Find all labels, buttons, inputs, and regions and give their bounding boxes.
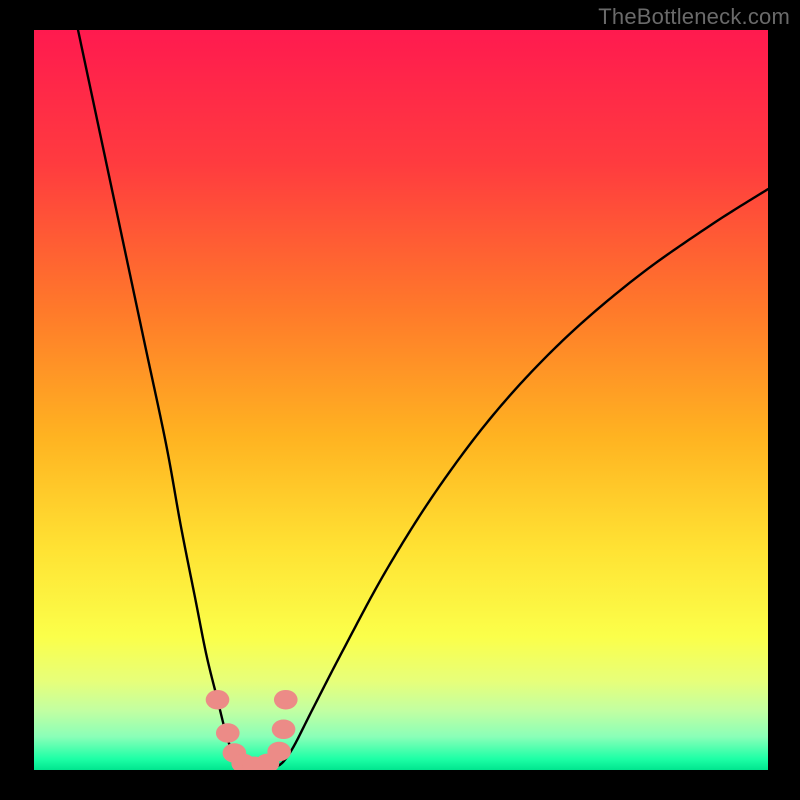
marker-dot — [216, 723, 240, 743]
chart-frame: TheBottleneck.com — [0, 0, 800, 800]
chart-svg — [34, 30, 768, 770]
marker-dot — [206, 690, 230, 710]
chart-background — [34, 30, 768, 770]
chart-plot — [34, 30, 768, 770]
marker-dot — [274, 690, 298, 710]
watermark-text: TheBottleneck.com — [598, 4, 790, 30]
marker-dot — [267, 742, 291, 762]
marker-dot — [272, 720, 296, 740]
